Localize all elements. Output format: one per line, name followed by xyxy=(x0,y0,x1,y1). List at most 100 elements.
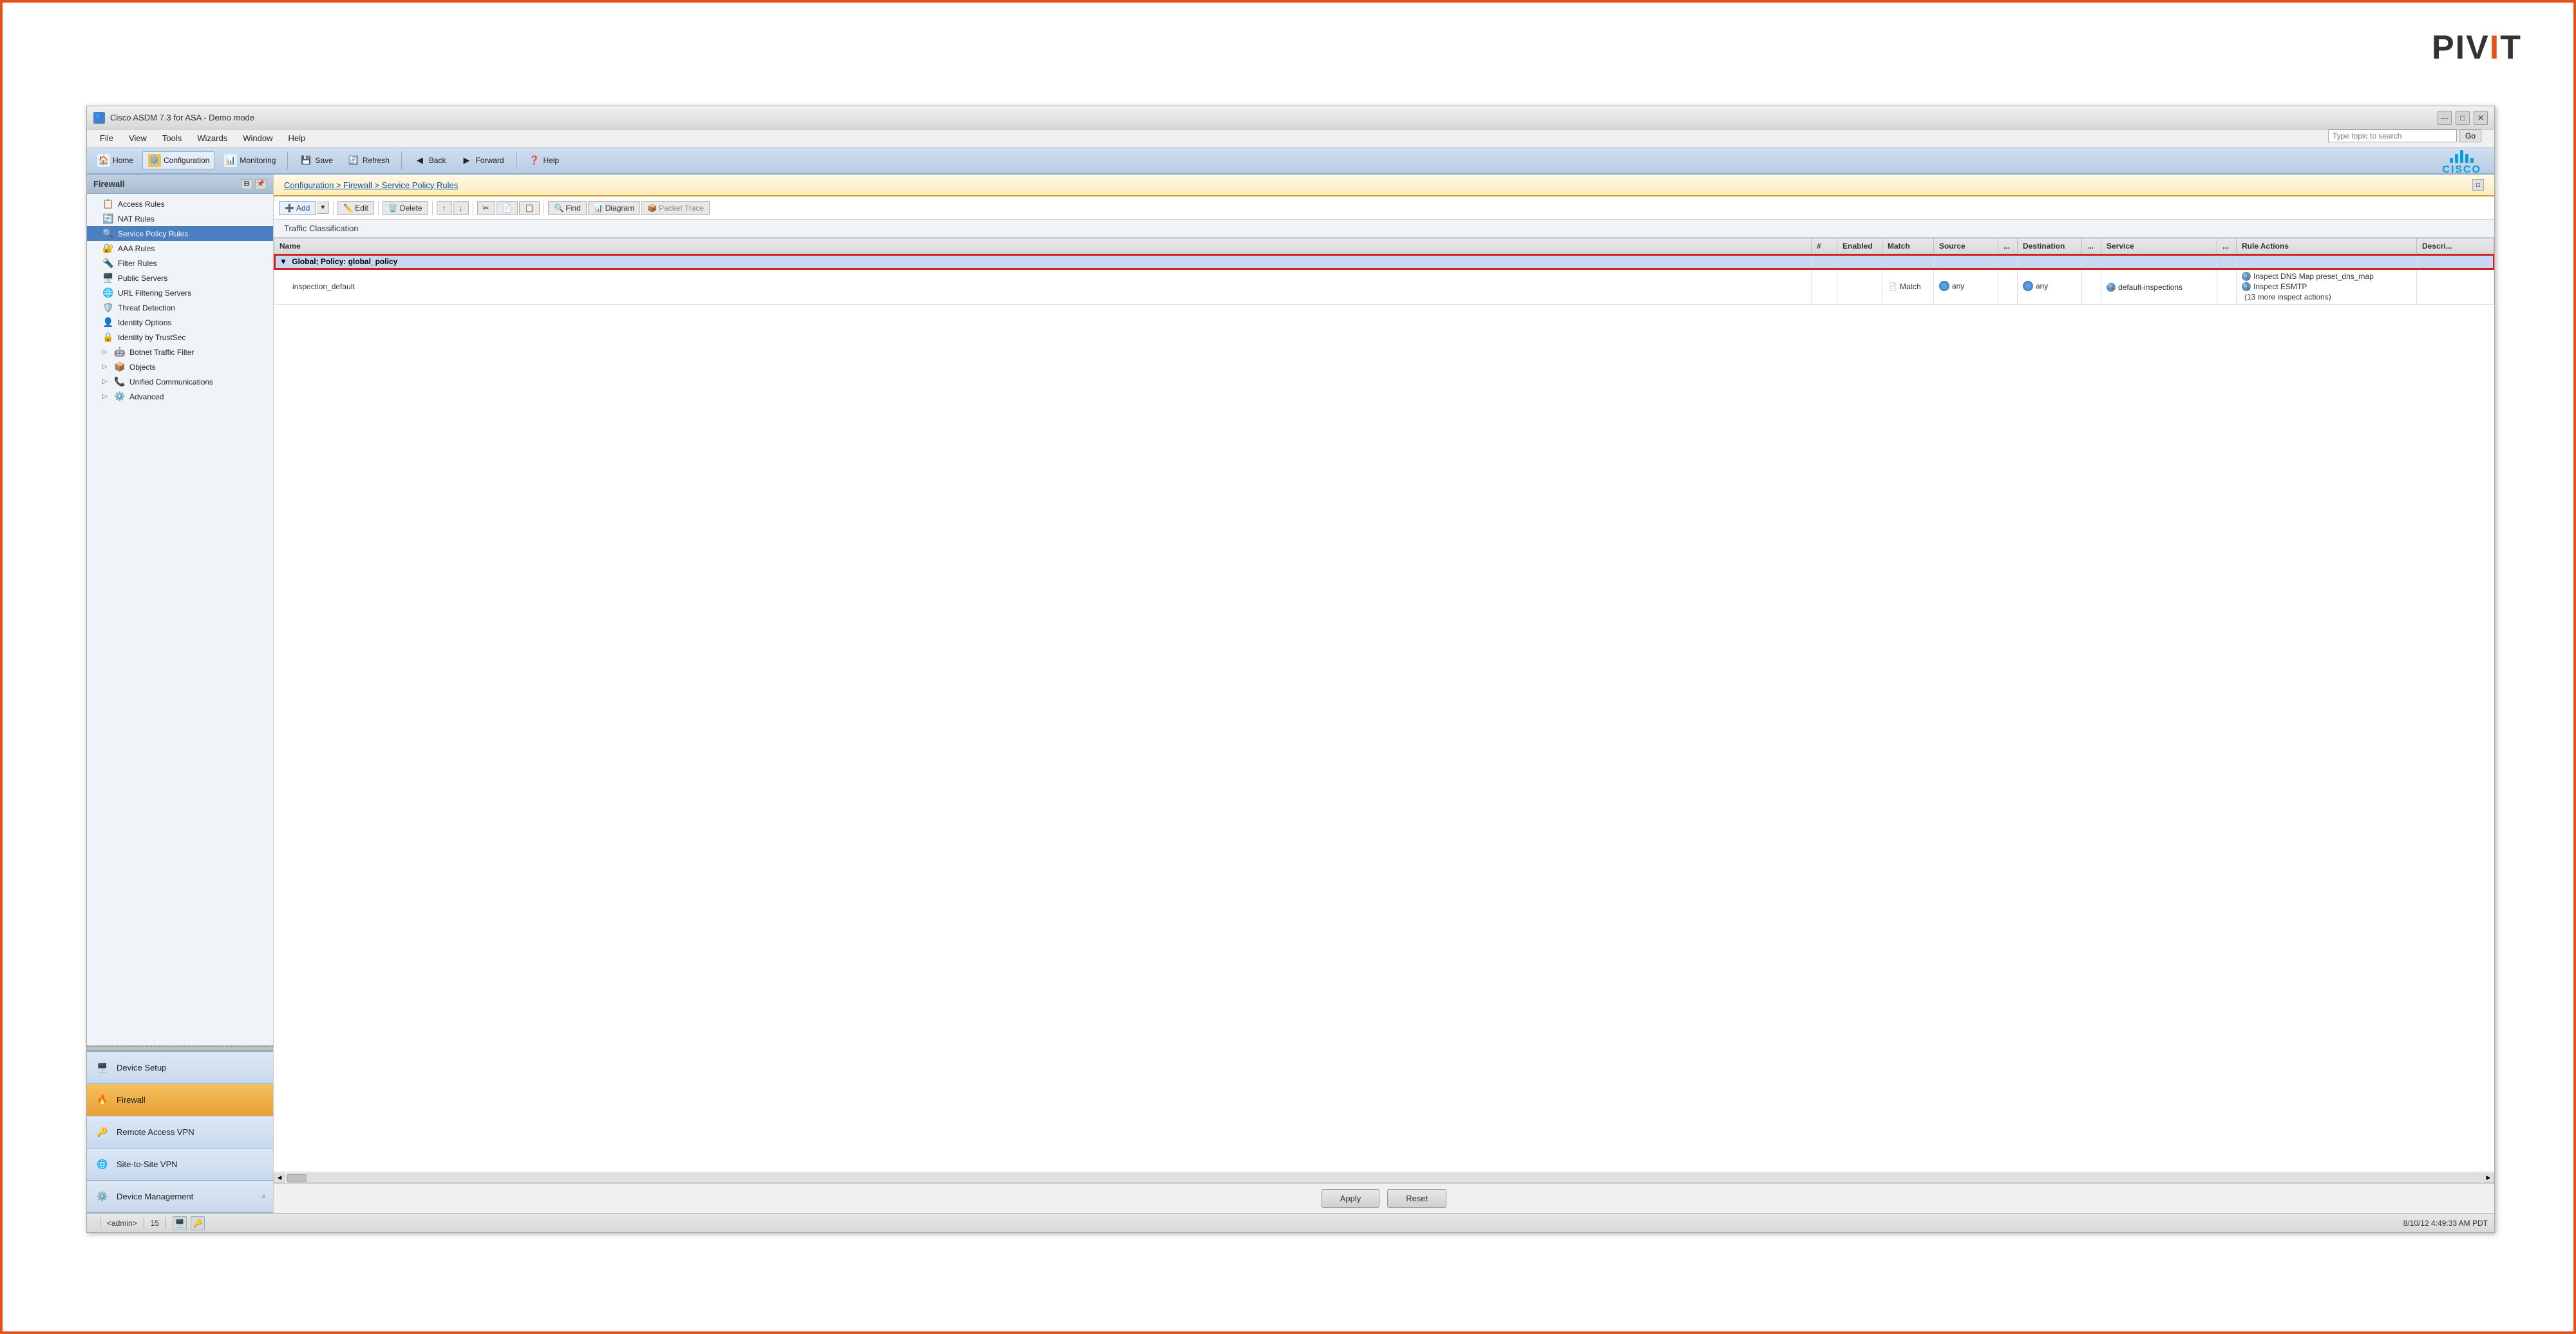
bottom-nav-remote-vpn[interactable]: 🔑 Remote Access VPN xyxy=(87,1116,273,1148)
policy-match-cell xyxy=(1882,254,1934,269)
device-setup-icon: 🖥️ xyxy=(95,1060,110,1076)
access-rules-icon: 📋 xyxy=(102,198,114,209)
sidebar-label-unified-comm: Unified Communications xyxy=(129,377,213,386)
table-row[interactable]: ▼ Global; Policy: global_policy xyxy=(274,254,2494,269)
menu-view[interactable]: View xyxy=(122,131,153,145)
bottom-nav-firewall[interactable]: 🔥 Firewall xyxy=(87,1084,273,1116)
restore-icon[interactable]: ⊟ xyxy=(241,179,252,189)
home-button[interactable]: 🏠 Home xyxy=(92,152,138,169)
sidebar-item-advanced[interactable]: ▷ ⚙️ Advanced xyxy=(87,389,273,404)
col-header-hash: # xyxy=(1812,238,1837,254)
paste-button[interactable]: 📋 xyxy=(519,201,540,215)
table-header-row: Name # Enabled Match xyxy=(274,238,2494,254)
sidebar-item-access-rules[interactable]: 📋 Access Rules xyxy=(87,196,273,211)
search-input[interactable] xyxy=(2328,129,2457,142)
pin-icon[interactable]: 📌 xyxy=(255,179,267,189)
menu-wizards[interactable]: Wizards xyxy=(191,131,234,145)
sidebar-item-identity-trustsec[interactable]: 🔒 Identity by TrustSec xyxy=(87,330,273,345)
filter-rules-icon: 🔦 xyxy=(102,258,114,269)
add-dropdown-button[interactable]: ▼ xyxy=(317,202,329,214)
delete-button[interactable]: 🗑️ Delete xyxy=(383,201,428,215)
sidebar-label-botnet: Botnet Traffic Filter xyxy=(129,348,194,357)
bottom-nav-site-vpn[interactable]: 🌐 Site-to-Site VPN xyxy=(87,1148,273,1181)
scroll-track[interactable] xyxy=(287,1174,2481,1183)
sidebar-label-identity-trustsec: Identity by TrustSec xyxy=(118,333,185,342)
move-down-button[interactable]: ↓ xyxy=(453,201,469,215)
copy-icon: 📄 xyxy=(502,204,512,213)
app-icon: 🔷 xyxy=(93,112,105,124)
table-row[interactable]: inspection_default 📄 Match xyxy=(274,269,2494,305)
menu-tools[interactable]: Tools xyxy=(156,131,188,145)
table-container[interactable]: Name # Enabled Match xyxy=(274,238,2494,1172)
sidebar-item-objects[interactable]: ▷ 📦 Objects xyxy=(87,359,273,374)
packet-trace-button[interactable]: 📦 Packet Trace xyxy=(641,201,710,215)
sidebar-item-url-filtering[interactable]: 🌐 URL Filtering Servers xyxy=(87,285,273,300)
policy-expand-icon: ▼ xyxy=(279,257,287,266)
bottom-nav-label-device-setup: Device Setup xyxy=(117,1063,166,1072)
add-label: Add xyxy=(296,204,310,213)
rule-source-extra-cell xyxy=(1998,269,2018,305)
copy-button[interactable]: 📄 xyxy=(497,201,518,215)
unified-expand-icon: ▷ xyxy=(102,378,110,385)
action-sep-3 xyxy=(432,201,433,215)
scroll-thumb[interactable] xyxy=(287,1174,307,1182)
panel-maximize-button[interactable]: □ xyxy=(2472,179,2484,191)
status-session: 15 xyxy=(151,1219,159,1228)
configuration-button[interactable]: ⚙️ Configuration xyxy=(142,151,215,169)
apply-button[interactable]: Apply xyxy=(1321,1189,1380,1208)
back-button[interactable]: ◀ Back xyxy=(408,152,451,169)
forward-button[interactable]: ▶ Forward xyxy=(455,152,509,169)
rule-desc-cell xyxy=(2417,269,2494,305)
service-inspect-icon: 🔍 xyxy=(2107,283,2116,292)
monitoring-button[interactable]: 📊 Monitoring xyxy=(219,152,281,169)
search-button[interactable]: Go xyxy=(2459,129,2481,142)
find-button[interactable]: 🔍 Find xyxy=(548,201,586,215)
bottom-nav-label-firewall: Firewall xyxy=(117,1095,146,1105)
refresh-button[interactable]: 🔄 Refresh xyxy=(342,152,395,169)
sidebar-item-botnet[interactable]: ▷ 🤖 Botnet Traffic Filter xyxy=(87,345,273,359)
minimize-button[interactable]: — xyxy=(2438,111,2452,125)
edit-icon: ✏️ xyxy=(343,204,353,213)
sidebar-item-nat-rules[interactable]: 🔄 NAT Rules xyxy=(87,211,273,226)
packet-trace-icon: 📦 xyxy=(647,204,657,213)
sidebar-item-service-policy-rules[interactable]: 🔍 Service Policy Rules xyxy=(87,226,273,241)
move-up-button[interactable]: ↑ xyxy=(437,201,452,215)
action-icon-1: 🔍 xyxy=(2242,272,2251,281)
bottom-nav-device-setup[interactable]: 🖥️ Device Setup xyxy=(87,1052,273,1084)
sidebar-item-aaa-rules[interactable]: 🔐 AAA Rules xyxy=(87,241,273,256)
dest-globe-icon xyxy=(2023,281,2033,291)
col-header-source: Source xyxy=(1934,238,1998,254)
cut-button[interactable]: ✂ xyxy=(477,201,495,215)
add-button[interactable]: ➕ Add xyxy=(279,201,316,215)
sidebar-item-unified-comm[interactable]: ▷ 📞 Unified Communications xyxy=(87,374,273,389)
menu-window[interactable]: Window xyxy=(236,131,279,145)
menu-help[interactable]: Help xyxy=(281,131,312,145)
toolbar-separator-2 xyxy=(401,151,402,169)
home-label: Home xyxy=(113,156,133,165)
diagram-button[interactable]: 📊 Diagram xyxy=(588,201,640,215)
match-text: Match xyxy=(1900,282,1921,291)
cisco-bar-2 xyxy=(2455,154,2458,163)
scroll-right-button[interactable]: ▶ xyxy=(2483,1174,2494,1183)
bottom-nav-device-mgmt[interactable]: ⚙️ Device Management » xyxy=(87,1181,273,1213)
diagram-icon: 📊 xyxy=(594,204,603,213)
sidebar-item-identity-options[interactable]: 👤 Identity Options xyxy=(87,315,273,330)
status-icons: 🖥️ 🔑 xyxy=(173,1216,205,1230)
sidebar-item-threat-detection[interactable]: 🛡️ Threat Detection xyxy=(87,300,273,315)
policy-service-extra-cell xyxy=(2217,254,2237,269)
breadcrumb[interactable]: Configuration > Firewall > Service Polic… xyxy=(284,180,458,190)
menu-file[interactable]: File xyxy=(93,131,120,145)
edit-button[interactable]: ✏️ Edit xyxy=(337,201,374,215)
policy-hash-cell xyxy=(1812,254,1837,269)
col-header-rule-actions: Rule Actions xyxy=(2237,238,2417,254)
sidebar-item-filter-rules[interactable]: 🔦 Filter Rules xyxy=(87,256,273,271)
bottom-scrollbar[interactable]: ◀ ▶ xyxy=(274,1172,2494,1183)
reset-button[interactable]: Reset xyxy=(1387,1189,1446,1208)
col-header-destination: Destination xyxy=(2018,238,2082,254)
sidebar-item-public-servers[interactable]: 🖥️ Public Servers xyxy=(87,271,273,285)
maximize-button[interactable]: □ xyxy=(2456,111,2470,125)
close-button[interactable]: ✕ xyxy=(2474,111,2488,125)
help-button[interactable]: ❓ Help xyxy=(523,152,565,169)
scroll-left-button[interactable]: ◀ xyxy=(274,1174,285,1183)
save-button[interactable]: 💾 Save xyxy=(294,152,337,169)
